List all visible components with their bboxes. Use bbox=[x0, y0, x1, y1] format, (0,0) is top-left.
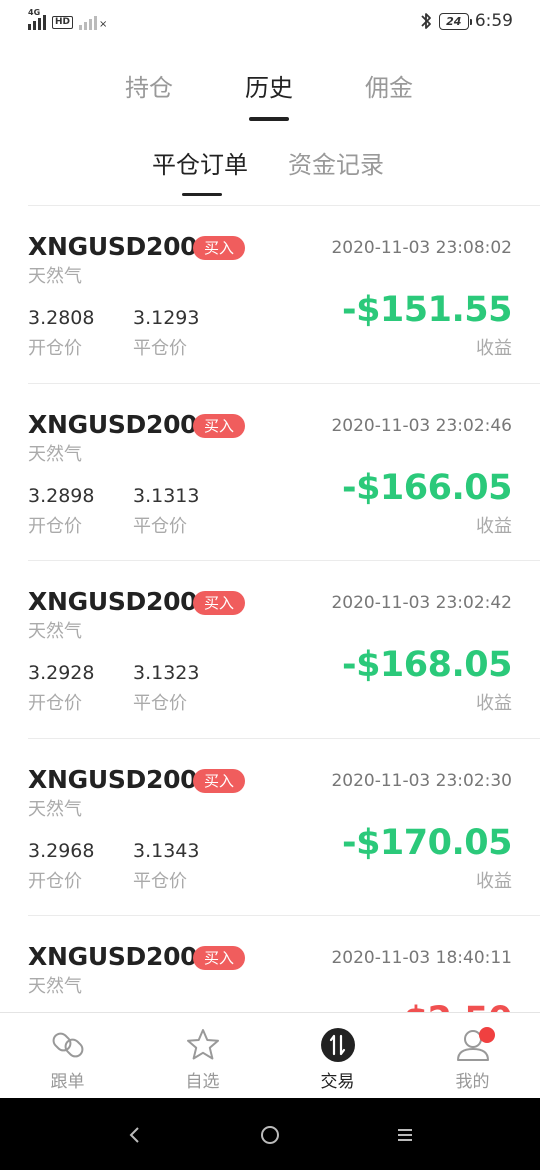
battery-icon: 24 bbox=[438, 12, 472, 30]
order-card[interactable]: XNGUSD200 买入 2020-11-03 23:02:42 天然气 3.2… bbox=[28, 561, 540, 739]
instrument-name: 天然气 bbox=[28, 621, 82, 642]
star-icon bbox=[186, 1029, 219, 1060]
nav-label: 自选 bbox=[185, 1072, 220, 1092]
bluetooth-icon bbox=[421, 13, 431, 29]
open-price: 3.2808 bbox=[28, 307, 95, 329]
hd-badge: HD bbox=[52, 16, 74, 29]
pnl-label: 收益 bbox=[476, 870, 512, 892]
nav-label: 跟单 bbox=[50, 1072, 85, 1092]
pnl-value: -$151.55 bbox=[342, 290, 512, 330]
pnl-value: -$170.05 bbox=[342, 822, 512, 863]
nav-label: 交易 bbox=[320, 1072, 355, 1092]
instrument-name: 天然气 bbox=[28, 976, 82, 997]
pnl-label: 收益 bbox=[476, 338, 512, 359]
menu-icon[interactable] bbox=[390, 1120, 420, 1150]
open-price-label: 开仓价 bbox=[28, 870, 82, 892]
order-time: 2020-11-03 18:40:11 bbox=[331, 948, 512, 968]
status-left: 4G HD × bbox=[28, 8, 108, 30]
tab-active-indicator bbox=[249, 117, 289, 121]
open-price-label: 开仓价 bbox=[28, 515, 82, 537]
order-card[interactable]: XNGUSD200 买入 2020-11-03 23:02:46 天然气 3.2… bbox=[28, 384, 540, 561]
pnl-value: -$168.05 bbox=[342, 645, 512, 685]
side-badge: 买入 bbox=[193, 768, 245, 793]
pnl-value: $2.50 bbox=[404, 1000, 513, 1012]
open-price-label: 开仓价 bbox=[28, 338, 82, 359]
order-card[interactable]: XNGUSD200 买入 2020-11-03 18:40:11 天然气 $2.… bbox=[28, 916, 540, 1012]
link-icon bbox=[52, 1032, 83, 1058]
battery-level: 24 bbox=[446, 14, 462, 28]
close-price-label: 平仓价 bbox=[133, 338, 187, 359]
pnl-value: -$166.05 bbox=[342, 467, 512, 508]
trade-icon bbox=[320, 1028, 355, 1062]
side-badge: 买入 bbox=[193, 413, 245, 438]
order-time: 2020-11-03 23:02:30 bbox=[331, 770, 512, 791]
side-badge: 买入 bbox=[193, 591, 245, 615]
order-symbol: XNGUSD200 bbox=[28, 409, 198, 439]
instrument-name: 天然气 bbox=[28, 443, 82, 465]
tab-commission[interactable]: 佣金 bbox=[365, 68, 413, 103]
system-nav-bar bbox=[0, 1098, 540, 1170]
pnl-label: 收益 bbox=[476, 693, 512, 714]
tab-positions[interactable]: 持仓 bbox=[125, 68, 173, 103]
close-price: 3.1293 bbox=[133, 307, 200, 329]
open-price: 3.2968 bbox=[28, 839, 95, 862]
nav-trade[interactable]: 交易 bbox=[270, 1013, 405, 1098]
side-badge: 买入 bbox=[193, 946, 245, 970]
close-price: 3.1313 bbox=[133, 484, 200, 507]
order-list[interactable]: XNGUSD200 买入 2020-11-03 23:08:02 天然气 3.2… bbox=[0, 206, 540, 1012]
no-signal-mark: × bbox=[99, 19, 108, 30]
close-price-label: 平仓价 bbox=[133, 693, 187, 714]
instrument-name: 天然气 bbox=[28, 798, 82, 820]
back-icon[interactable] bbox=[120, 1120, 150, 1150]
no-signal-icon bbox=[79, 12, 98, 30]
network-type: 4G bbox=[28, 8, 41, 17]
order-symbol: XNGUSD200 bbox=[28, 764, 198, 794]
open-price: 3.2928 bbox=[28, 662, 95, 684]
pnl-label: 收益 bbox=[476, 515, 512, 537]
open-price: 3.2898 bbox=[28, 484, 95, 507]
order-time: 2020-11-03 23:08:02 bbox=[331, 238, 512, 258]
order-time: 2020-11-03 23:02:46 bbox=[331, 415, 512, 436]
order-card[interactable]: XNGUSD200 买入 2020-11-03 23:08:02 天然气 3.2… bbox=[28, 206, 540, 384]
open-price-label: 开仓价 bbox=[28, 693, 82, 714]
close-price-label: 平仓价 bbox=[133, 515, 187, 537]
status-bar: 4G HD × 24 6:59 bbox=[0, 0, 540, 46]
notification-dot bbox=[479, 1027, 495, 1043]
subtab-closed-orders[interactable]: 平仓订单 bbox=[152, 145, 248, 180]
subtab-fund-records[interactable]: 资金记录 bbox=[288, 145, 384, 180]
instrument-name: 天然气 bbox=[28, 266, 82, 287]
close-price: 3.1343 bbox=[133, 839, 200, 862]
nav-watchlist[interactable]: 自选 bbox=[135, 1013, 270, 1098]
order-symbol: XNGUSD200 bbox=[28, 232, 198, 261]
home-icon[interactable] bbox=[255, 1120, 285, 1150]
clock: 6:59 bbox=[474, 11, 513, 31]
nav-profile[interactable]: 我的 bbox=[405, 1013, 540, 1098]
status-right: 24 6:59 bbox=[419, 11, 513, 31]
nav-follow[interactable]: 跟单 bbox=[0, 1013, 135, 1098]
tab-history[interactable]: 历史 bbox=[245, 68, 293, 103]
nav-label: 我的 bbox=[455, 1072, 490, 1092]
close-price: 3.1323 bbox=[133, 662, 200, 684]
bottom-nav: 跟单 自选 交易 我的 bbox=[0, 1012, 540, 1098]
order-time: 2020-11-03 23:02:42 bbox=[331, 593, 512, 613]
side-badge: 买入 bbox=[193, 236, 245, 260]
top-tabs: 持仓 历史 佣金 bbox=[0, 64, 540, 124]
order-symbol: XNGUSD200 bbox=[28, 587, 198, 616]
close-price-label: 平仓价 bbox=[133, 870, 187, 892]
cell-signal-icon: 4G bbox=[28, 8, 46, 30]
subtab-active-indicator bbox=[182, 193, 222, 196]
order-card[interactable]: XNGUSD200 买入 2020-11-03 23:02:30 天然气 3.2… bbox=[28, 739, 540, 916]
order-symbol: XNGUSD200 bbox=[28, 942, 198, 971]
